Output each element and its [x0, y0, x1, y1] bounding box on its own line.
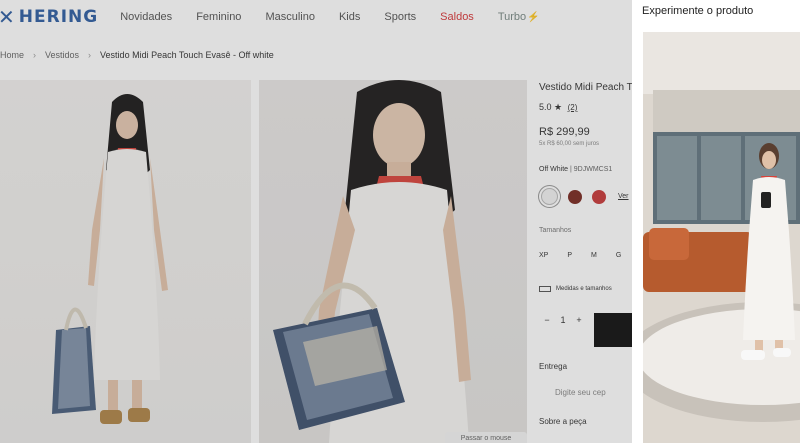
product-photo-closeup[interactable]: [259, 80, 527, 443]
color-label: Off White | 9DJWMCS1: [539, 166, 612, 173]
nav-item-sports[interactable]: Sports: [384, 11, 416, 23]
try-on-preview-image: [643, 32, 800, 443]
breadcrumb: Home › Vestidos › Vestido Midi Peach Tou…: [0, 50, 274, 60]
product-photo-full-body[interactable]: [0, 80, 251, 443]
cep-input[interactable]: Digite seu cep: [555, 388, 606, 397]
about-product-label: Sobre a peça: [539, 417, 587, 426]
color-name: Off White: [539, 166, 569, 173]
try-on-panel-title: Experimente o produto: [642, 5, 754, 17]
top-navigation: ✕ HERING Novidades Feminino Masculino Ki…: [0, 0, 632, 34]
zoom-hint-chip[interactable]: Passar o mouse: [445, 432, 527, 443]
color-swatch-brown[interactable]: [568, 190, 582, 204]
color-swatch-red[interactable]: [592, 190, 606, 204]
size-option-m[interactable]: M: [591, 252, 597, 259]
try-on-mirror-illustration: [643, 32, 800, 443]
sizes-label: Tamanhos: [539, 227, 572, 234]
installments-text: 5x R$ 60,00 sem juros: [539, 141, 600, 147]
nav-item-feminino[interactable]: Feminino: [196, 11, 241, 23]
breadcrumb-home[interactable]: Home: [0, 50, 24, 60]
rating-count-link[interactable]: (2): [568, 103, 578, 112]
breadcrumb-current: Vestido Midi Peach Touch Evasê - Off whi…: [100, 50, 274, 60]
size-option-p[interactable]: P: [567, 252, 572, 259]
model-illustration-closeup: [273, 80, 471, 443]
size-option-xp[interactable]: XP: [539, 252, 548, 259]
rating-value: 5.0: [539, 102, 552, 112]
quantity-stepper: − 1 +: [539, 315, 587, 325]
product-title: Vestido Midi Peach T: [539, 82, 632, 93]
nav-menu: Novidades Feminino Masculino Kids Sports…: [120, 11, 563, 23]
nav-item-turbo[interactable]: Turbo⚡: [498, 11, 540, 23]
star-icon: ★: [554, 102, 563, 112]
measurements-link[interactable]: Medidas e tamanhos: [539, 286, 612, 292]
turbo-label: Turbo: [497, 11, 527, 23]
delivery-label: Entrega: [539, 362, 568, 371]
see-more-colors-link[interactable]: Ver: [618, 193, 629, 200]
logo-x-icon: ✕: [0, 5, 15, 29]
add-to-cart-button[interactable]: [594, 313, 632, 347]
breadcrumb-separator-icon: ›: [33, 50, 37, 60]
ruler-icon: [539, 286, 551, 292]
qty-plus-button[interactable]: +: [571, 315, 587, 325]
size-option-g[interactable]: G: [616, 252, 621, 259]
product-rating: 5.0 ★ (2): [539, 102, 577, 113]
nav-item-masculino[interactable]: Masculino: [265, 11, 315, 23]
nav-item-saldos[interactable]: Saldos: [440, 11, 474, 23]
try-on-panel: Experimente o produto: [632, 0, 800, 443]
lightning-icon: ⚡: [527, 12, 540, 23]
brand-logo[interactable]: ✕ HERING: [0, 5, 98, 29]
measurements-label: Medidas e tamanhos: [556, 286, 612, 292]
qty-minus-button[interactable]: −: [539, 315, 555, 325]
color-code: | 9DJWMCS1: [570, 166, 613, 173]
qty-value: 1: [560, 315, 566, 325]
breadcrumb-separator-icon: ›: [88, 50, 92, 60]
nav-item-novidades[interactable]: Novidades: [120, 11, 172, 23]
size-selector: XP P M G: [539, 252, 632, 259]
nav-item-kids[interactable]: Kids: [339, 11, 360, 23]
color-swatch-off-white[interactable]: [541, 188, 558, 205]
product-price: R$ 299,99: [539, 126, 590, 138]
breadcrumb-category[interactable]: Vestidos: [45, 50, 79, 60]
model-illustration-front: [52, 94, 168, 424]
product-page: ✕ HERING Novidades Feminino Masculino Ki…: [0, 0, 632, 443]
logo-text: HERING: [18, 7, 99, 27]
